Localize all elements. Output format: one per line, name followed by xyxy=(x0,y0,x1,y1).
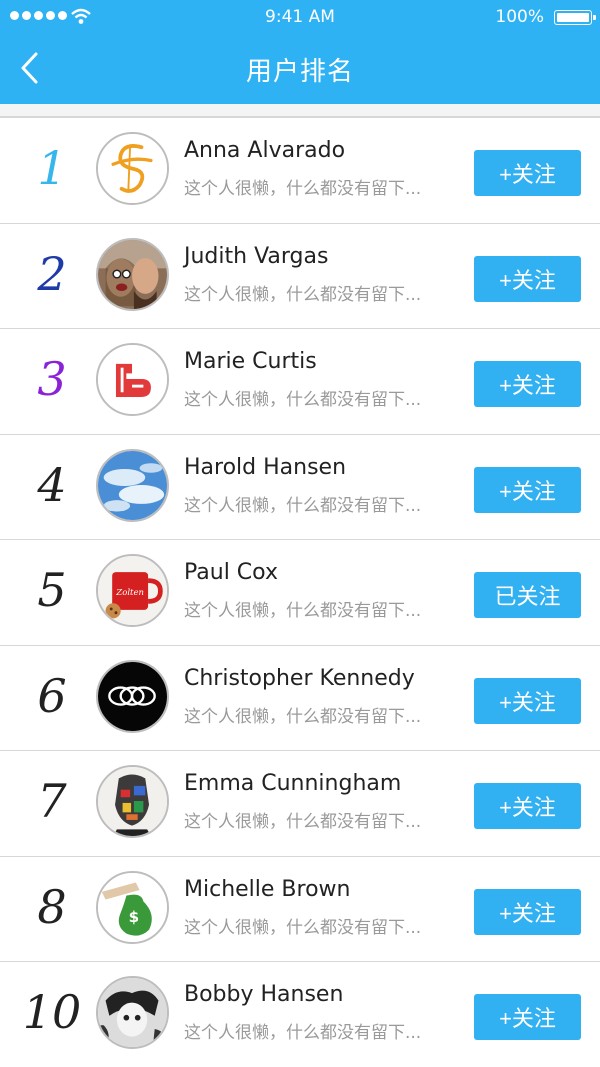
list-item[interactable]: 8 $ Michelle Brown 这个人很懒，什么都没有留下... +关注 xyxy=(0,856,600,962)
bw-portrait[interactable] xyxy=(96,976,169,1049)
user-bio: 这个人很懒，什么都没有留下... xyxy=(184,390,422,410)
sky-photo[interactable] xyxy=(96,448,169,522)
page-title: 用户排名 xyxy=(245,57,354,87)
status-bar: 9:41 AM 100% xyxy=(0,0,600,34)
navigation-bar: 9:41 AM 100% 用户排名 xyxy=(0,0,600,104)
couple-photo[interactable] xyxy=(96,237,169,311)
art-portrait[interactable] xyxy=(96,765,169,838)
user-bio: 这个人很懒，什么都没有留下... xyxy=(184,284,422,305)
user-name: Marie Curtis xyxy=(184,349,317,374)
rank-number: 3 xyxy=(37,352,67,406)
svg-text:$: $ xyxy=(129,908,140,926)
follow-button[interactable]: +关注 xyxy=(474,361,581,407)
following-button[interactable]: 已关注 xyxy=(474,572,581,618)
mug-label: Zolten xyxy=(115,588,144,598)
user-bio: 这个人很懒，什么都没有留下... xyxy=(184,917,422,938)
follow-button[interactable]: +关注 xyxy=(474,677,581,724)
user-name: Harold Hansen xyxy=(184,454,347,480)
battery-icon xyxy=(554,10,596,25)
logo-s-icon[interactable] xyxy=(96,132,169,205)
list-item[interactable]: 6 Christopher Kennedy 这个人很懒，什么都没有留下... +… xyxy=(0,645,600,751)
list-item[interactable]: 5 Zolten Paul Cox 这个人很懒，什么都没有留下... 已关注 xyxy=(0,540,600,646)
user-name: Judith Vargas xyxy=(184,243,329,269)
user-name: Emma Cunningham xyxy=(184,771,402,796)
follow-button[interactable]: +关注 xyxy=(474,994,581,1040)
list-item[interactable]: 1 Anna Alvarado 这个人很懒，什么都没有留下... +关注 xyxy=(0,118,600,224)
user-ranking-list: 1 Anna Alvarado 这个人很懒，什么都没有留下... +关注 2 J… xyxy=(0,116,600,1067)
follow-button[interactable]: +关注 xyxy=(474,783,581,829)
money-bag-icon[interactable]: $ xyxy=(96,870,169,944)
user-name: Michelle Brown xyxy=(184,876,351,902)
follow-button[interactable]: +关注 xyxy=(474,150,581,196)
user-bio: 这个人很懒，什么都没有留下... xyxy=(184,179,422,199)
hand-logo-icon[interactable] xyxy=(96,343,169,416)
rank-number: 7 xyxy=(37,774,67,828)
rank-number: 6 xyxy=(37,668,67,723)
list-item[interactable]: 3 Marie Curtis 这个人很懒，什么都没有留下... +关注 xyxy=(0,329,600,435)
list-item[interactable]: 2 Judith Vargas 这个人很懒，什么都没有留下... +关注 xyxy=(0,223,600,329)
battery-percentage: 100% xyxy=(495,7,544,27)
rank-number: 8 xyxy=(37,879,67,934)
list-item[interactable]: 4 Harold Hansen 这个人很懒，什么都没有留下... +关注 xyxy=(0,434,600,540)
rank-number: 4 xyxy=(37,457,67,512)
rank-number: 10 xyxy=(22,985,82,1039)
user-bio: 这个人很懒，什么都没有留下... xyxy=(184,601,422,621)
follow-button[interactable]: +关注 xyxy=(474,255,581,302)
rank-number: 1 xyxy=(37,141,67,195)
user-name: Anna Alvarado xyxy=(184,138,346,163)
user-name: Paul Cox xyxy=(184,560,278,585)
user-name: Bobby Hansen xyxy=(184,982,344,1007)
follow-button[interactable]: +关注 xyxy=(474,466,581,513)
list-item[interactable]: 7 Emma Cunningham 这个人很懒，什么都没有留下... +关注 xyxy=(0,751,600,857)
rank-number: 5 xyxy=(37,563,67,617)
user-bio: 这个人很懒，什么都没有留下... xyxy=(184,706,422,727)
user-bio: 这个人很懒，什么都没有留下... xyxy=(184,1023,422,1043)
rank-number: 2 xyxy=(37,246,67,301)
user-bio: 这个人很懒，什么都没有留下... xyxy=(184,495,422,516)
follow-button[interactable]: +关注 xyxy=(474,888,581,935)
mug-photo[interactable]: Zolten xyxy=(96,554,169,627)
black-logo-icon[interactable] xyxy=(96,659,169,733)
user-bio: 这个人很懒，什么都没有留下... xyxy=(184,812,422,832)
list-item[interactable]: 10 Bobby Hansen 这个人很懒，什么都没有留下... +关注 xyxy=(0,962,600,1067)
user-name: Christopher Kennedy xyxy=(184,665,415,691)
